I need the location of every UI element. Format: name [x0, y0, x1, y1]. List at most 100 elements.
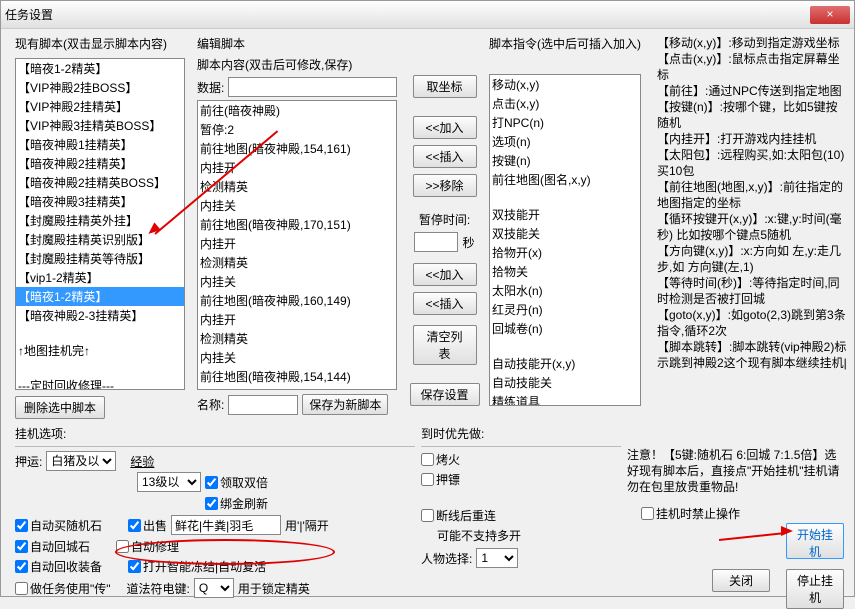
stop-button[interactable]: 停止挂机 — [786, 569, 844, 609]
auto-buy-stone-checkbox[interactable]: 自动买随机石 — [15, 517, 102, 534]
list-item[interactable]: 【封魔殿挂精英等待版】 — [16, 249, 184, 268]
add-button[interactable]: <<加入 — [413, 116, 477, 139]
notice-text: 注意！【5键:随机石 6:回城 7:1.5倍】选好现有脚本后，直接点"开始挂机"… — [627, 447, 845, 495]
list-item[interactable]: 【暗夜1-2精英】 — [16, 287, 184, 306]
list-item[interactable]: 内挂开 — [198, 386, 396, 390]
insert2-button[interactable]: <<插入 — [413, 292, 477, 315]
list-item[interactable]: 【VIP神殿2挂精英】 — [16, 97, 184, 116]
exp-select[interactable]: 13级以 — [137, 472, 201, 492]
list-item[interactable]: 前往地图(图名,x,y) — [490, 170, 640, 189]
list-item[interactable]: 双技能关 — [490, 224, 640, 243]
list-item[interactable]: 【暗夜神殿3挂精英】 — [16, 192, 184, 211]
list-item[interactable]: 拾物开(x) — [490, 243, 640, 262]
list-item[interactable]: 【封魔殿挂精英识别版】 — [16, 230, 184, 249]
list-item[interactable]: 内挂开 — [198, 158, 396, 177]
list-item[interactable]: 【暗夜神殿2挂精英BOSS】 — [16, 173, 184, 192]
clear-list-button[interactable]: 清空列表 — [413, 325, 477, 365]
list-item[interactable]: 检测精英 — [198, 329, 396, 348]
name-label: 名称: — [197, 396, 224, 413]
add2-button[interactable]: <<加入 — [413, 263, 477, 286]
list-item[interactable]: ↑地图挂机完↑ — [16, 341, 184, 360]
bake-checkbox[interactable]: 烤火 — [421, 451, 460, 468]
list-item[interactable]: 前往(暗夜神殿) — [198, 101, 396, 120]
list-item[interactable]: 精练道具 — [490, 392, 640, 406]
data-input[interactable] — [228, 77, 397, 97]
list-item[interactable]: 太阳水(n) — [490, 281, 640, 300]
get-double-checkbox[interactable]: 领取双倍 — [205, 474, 268, 491]
delete-script-button[interactable]: 删除选中脚本 — [15, 396, 105, 419]
reconnect-checkbox[interactable]: 断线后重连 — [421, 507, 496, 524]
list-item[interactable]: 点击(x,y) — [490, 94, 640, 113]
scripts-list[interactable]: 【暗夜1-2精英】【VIP神殿2挂BOSS】【VIP神殿2挂精英】【VIP神殿3… — [15, 58, 185, 390]
list-item[interactable]: 【暗夜神殿2挂精英】 — [16, 154, 184, 173]
list-item[interactable]: 按键(n) — [490, 151, 640, 170]
reference-line: 【方向键(x,y)】:x:方向如 左,y:走几步,如 方向键(左,1) — [657, 243, 847, 275]
list-item[interactable]: 内挂关 — [198, 272, 396, 291]
list-item[interactable]: 前往地图(暗夜神殿,154,161) — [198, 139, 396, 158]
script-content-list[interactable]: 前往(暗夜神殿)暂停:2前往地图(暗夜神殿,154,161)内挂开检测精英内挂关… — [197, 100, 397, 390]
pause-input[interactable] — [414, 232, 458, 252]
list-item[interactable]: 内挂关 — [198, 196, 396, 215]
start-button[interactable]: 开始挂机 — [786, 523, 844, 559]
list-item[interactable]: 拾物关 — [490, 262, 640, 281]
list-item[interactable]: 前往地图(暗夜神殿,160,149) — [198, 291, 396, 310]
task-use-checkbox[interactable]: 做任务使用"传" — [15, 580, 111, 597]
list-item[interactable]: 【封魔殿挂精英外挂】 — [16, 211, 184, 230]
list-item[interactable]: 检测精英 — [198, 253, 396, 272]
close-button[interactable]: 关闭 — [712, 569, 770, 592]
list-item[interactable]: 内挂关 — [198, 348, 396, 367]
luck-select[interactable]: 白猪及以 — [46, 451, 116, 471]
save-new-script-button[interactable]: 保存为新脚本 — [302, 394, 388, 415]
list-item[interactable]: 【VIP神殿3挂精英BOSS】 — [16, 116, 184, 135]
smart-checkbox[interactable]: 打开智能冻结|自动复活 — [128, 558, 266, 575]
list-item[interactable] — [490, 338, 640, 354]
list-item[interactable]: 【vip1-2精英】 — [16, 268, 184, 287]
save-settings-button[interactable]: 保存设置 — [410, 383, 480, 406]
cmds-list[interactable]: 移动(x,y)点击(x,y)打NPC(n)选项(n)按键(n)前往地图(图名,x… — [489, 74, 641, 406]
sell-checkbox[interactable]: 出售 — [128, 517, 167, 534]
auto-repair-checkbox[interactable]: 自动修理 — [116, 538, 179, 555]
fish-checkbox[interactable]: 押镖 — [421, 471, 460, 488]
cmds-title: 脚本指令(选中后可插入加入) — [489, 35, 641, 52]
auto-back-checkbox[interactable]: 自动回城石 — [15, 538, 90, 555]
list-item[interactable]: 回城卷(n) — [490, 319, 640, 338]
sell-items-input[interactable] — [171, 515, 281, 535]
reference-text: 【移动(x,y)】:移动到指定游戏坐标【点击(x,y)】:鼠标点击指定屏幕坐标【… — [657, 35, 847, 371]
auto-recycle-checkbox[interactable]: 自动回收装备 — [15, 558, 102, 575]
list-item[interactable]: 内挂开 — [198, 310, 396, 329]
close-icon[interactable]: × — [810, 6, 850, 24]
list-item[interactable]: 【暗夜神殿1挂精英】 — [16, 135, 184, 154]
list-item[interactable] — [16, 360, 184, 376]
remove-button[interactable]: >>移除 — [413, 174, 477, 197]
list-item[interactable]: 选项(n) — [490, 132, 640, 151]
rune-key-select[interactable]: Q — [194, 578, 234, 598]
list-item[interactable]: 移动(x,y) — [490, 75, 640, 94]
list-item[interactable]: 暂停:2 — [198, 120, 396, 139]
forbid-checkbox[interactable]: 挂机时禁止操作 — [641, 505, 740, 522]
list-item[interactable]: 打NPC(n) — [490, 113, 640, 132]
list-item[interactable]: 自动技能开(x,y) — [490, 354, 640, 373]
char-select[interactable]: 1 — [476, 548, 518, 568]
list-item[interactable]: 前往地图(暗夜神殿,154,144) — [198, 367, 396, 386]
list-item[interactable]: 自动技能关 — [490, 373, 640, 392]
list-item[interactable] — [490, 189, 640, 205]
list-item[interactable]: 前往地图(暗夜神殿,170,151) — [198, 215, 396, 234]
insert-button[interactable]: <<插入 — [413, 145, 477, 168]
list-item[interactable]: 【VIP神殿2挂BOSS】 — [16, 78, 184, 97]
scripts-panel-title: 现有脚本(双击显示脚本内容) — [15, 35, 185, 52]
list-item[interactable]: 双技能开 — [490, 205, 640, 224]
titlebar: 任务设置 × — [1, 1, 854, 29]
pause-label: 暂停时间: — [407, 211, 482, 228]
list-item[interactable]: 内挂开 — [198, 234, 396, 253]
list-item[interactable] — [16, 325, 184, 341]
list-item[interactable]: 【暗夜1-2精英】 — [16, 59, 184, 78]
get-coord-button[interactable]: 取坐标 — [413, 75, 477, 98]
list-item[interactable]: 检测精英 — [198, 177, 396, 196]
bind-refresh-checkbox[interactable]: 绑金刷新 — [205, 495, 268, 512]
list-item[interactable]: 红灵丹(n) — [490, 300, 640, 319]
name-input[interactable] — [228, 395, 298, 415]
list-item[interactable]: ---定时回收修理--- — [16, 376, 184, 390]
sell-sep-label: 用'|'隔开 — [285, 517, 329, 534]
exp-label: 经验 — [130, 453, 154, 470]
list-item[interactable]: 【暗夜神殿2-3挂精英】 — [16, 306, 184, 325]
